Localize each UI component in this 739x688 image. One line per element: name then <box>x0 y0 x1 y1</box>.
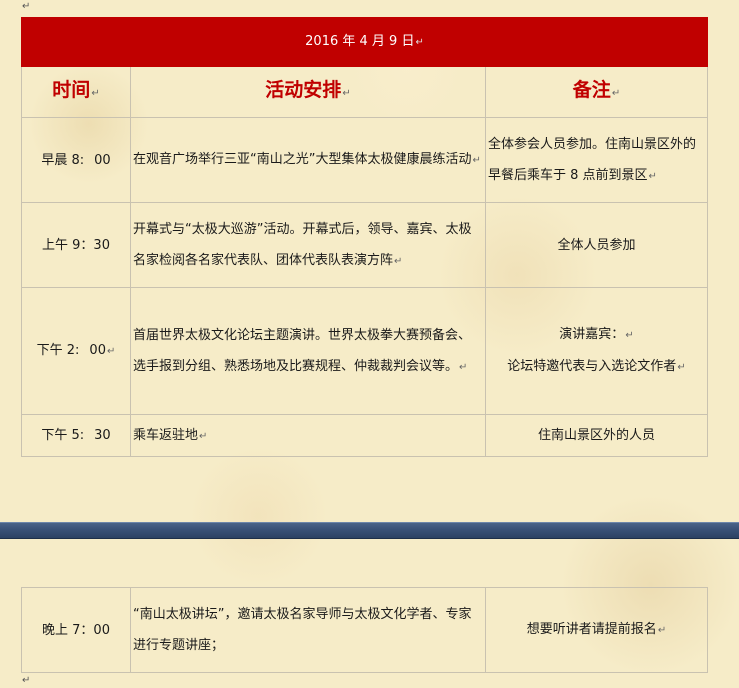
table-row: 晚上 7：00 “南山太极讲坛”，邀请太极名家导师与太极文化学者、专家进行专题讲… <box>21 587 708 673</box>
time-cell: 早晨 8: 00 <box>21 117 131 203</box>
column-header-activity: 活动安排↵ <box>130 66 486 118</box>
time-cell: 上午 9：30 <box>21 202 131 288</box>
evening-table: 晚上 7：00 “南山太极讲坛”，邀请太极名家导师与太极文化学者、专家进行专题讲… <box>21 587 708 673</box>
date-cell: 2016 年 4 月 9 日↵ <box>21 17 708 67</box>
note-cell: 想要听讲者请提前报名↵ <box>485 587 708 673</box>
table-row: 上午 9：30 开幕式与“太极大巡游”活动。开幕式后，领导、嘉宾、太极名家检阅各… <box>21 202 708 288</box>
note-speaker-detail: 论坛特邀代表与入选论文作者↵ <box>507 359 686 374</box>
paragraph-mark: ↵ <box>22 1 31 12</box>
column-header-time: 时间↵ <box>21 66 131 118</box>
note-speaker-label: 演讲嘉宾：↵ <box>559 327 634 342</box>
note-cell: 住南山景区外的人员 <box>485 414 708 457</box>
section-divider <box>0 522 739 539</box>
time-cell: 下午 5: 30 <box>21 414 131 457</box>
activity-cell: 开幕式与“太极大巡游”活动。开幕式后，领导、嘉宾、太极名家检阅各名家代表队、团体… <box>130 202 486 288</box>
date-text: 2016 年 4 月 9 日 <box>305 34 415 49</box>
note-cell: 全体参会人员参加。住南山景区外的早餐后乘车于 8 点前到景区↵ <box>485 117 708 203</box>
table-row: 早晨 8: 00 在观音广场举行三亚“南山之光”大型集体太极健康晨练活动↵ 全体参… <box>21 117 708 203</box>
table-row: 下午 2: 00↵ 首届世界太极文化论坛主题演讲。世界太极拳大赛预备会、选手报到分… <box>21 287 708 415</box>
time-cell: 晚上 7：00 <box>21 587 131 673</box>
table-row: 下午 5: 30 乘车返驻地↵ 住南山景区外的人员 <box>21 414 708 457</box>
activity-cell: “南山太极讲坛”，邀请太极名家导师与太极文化学者、专家进行专题讲座； <box>130 587 486 673</box>
column-header-row: 时间↵ 活动安排↵ 备注↵ <box>21 66 708 118</box>
date-header-row: 2016 年 4 月 9 日↵ <box>21 17 708 67</box>
activity-cell: 首届世界太极文化论坛主题演讲。世界太极拳大赛预备会、选手报到分组、熟悉场地及比赛… <box>130 287 486 415</box>
note-cell: 演讲嘉宾：↵ 论坛特邀代表与入选论文作者↵ <box>485 287 708 415</box>
schedule-table: 2016 年 4 月 9 日↵ 时间↵ 活动安排↵ 备注↵ 早晨 8: 00 在观… <box>21 17 708 457</box>
column-header-note: 备注↵ <box>485 66 708 118</box>
activity-cell: 乘车返驻地↵ <box>130 414 486 457</box>
note-cell: 全体人员参加 <box>485 202 708 288</box>
time-cell: 下午 2: 00↵ <box>21 287 131 415</box>
paragraph-mark: ↵ <box>22 675 31 686</box>
activity-cell: 在观音广场举行三亚“南山之光”大型集体太极健康晨练活动↵ <box>130 117 486 203</box>
